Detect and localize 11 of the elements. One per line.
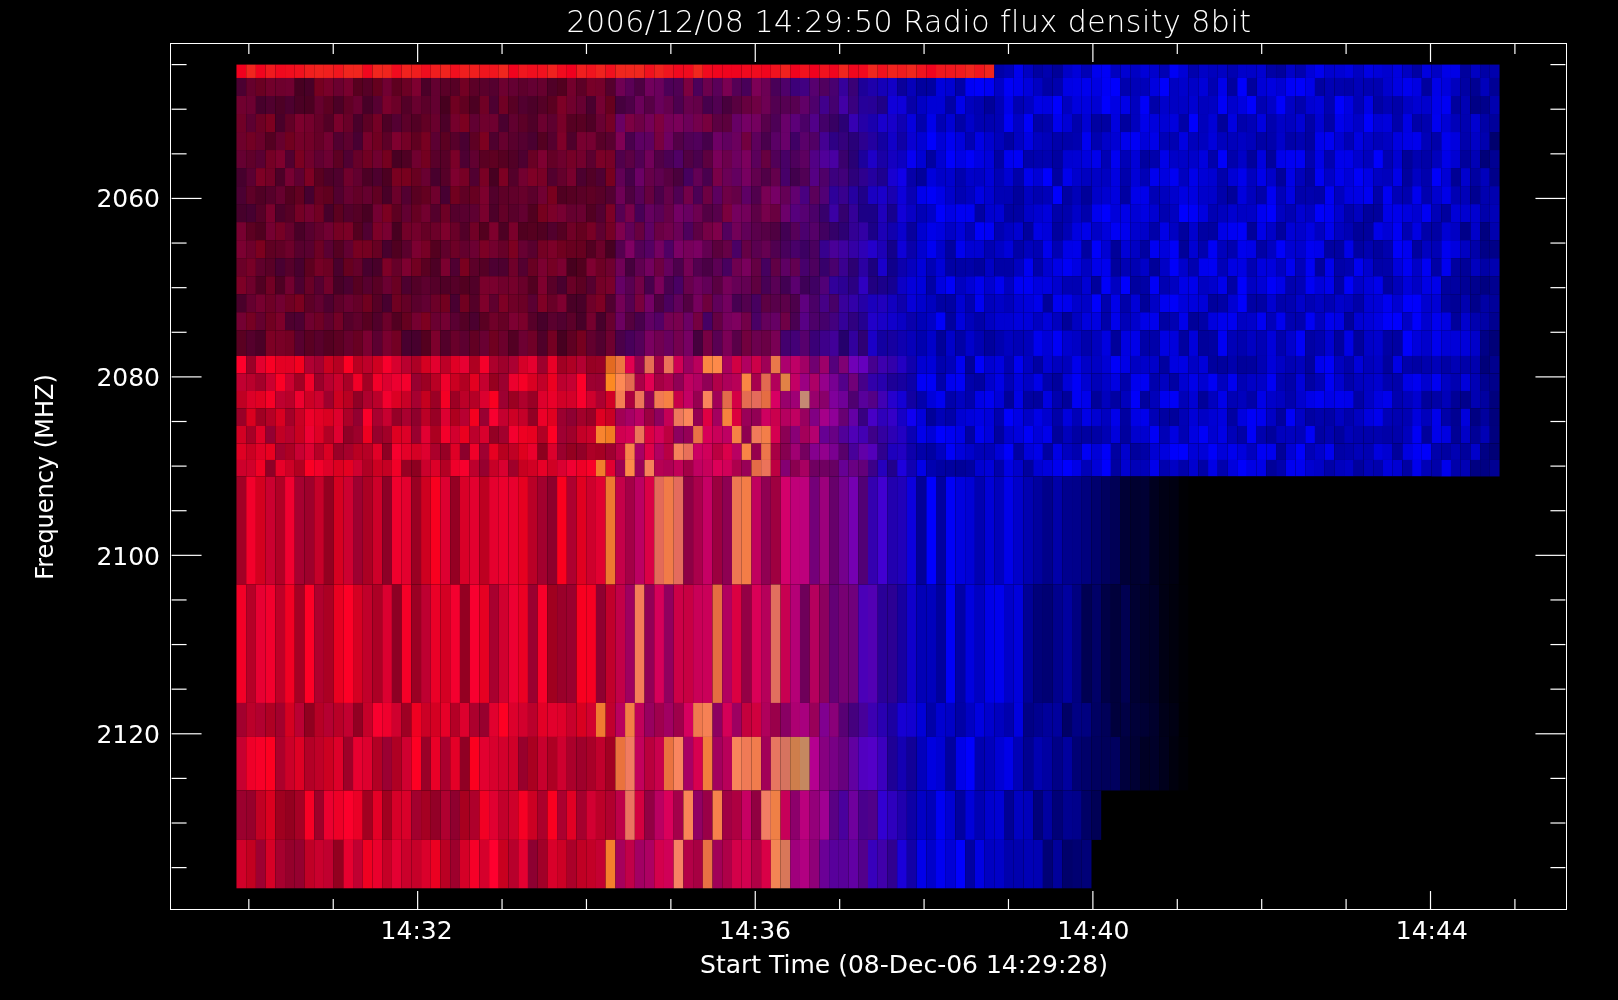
x-axis-label: Start Time (08-Dec-06 14:29:28): [700, 950, 1108, 979]
x-tick-label: 14:36: [719, 916, 791, 945]
x-tick-label: 14:32: [380, 916, 453, 945]
y-tick-label: 2120: [96, 719, 160, 749]
y-tick-label: 2060: [96, 183, 160, 213]
y-tick-label: 2080: [96, 362, 160, 392]
y-tick-label: 2100: [96, 541, 160, 570]
x-tick-label: 14:40: [1057, 916, 1130, 945]
y-axis-label: Frequency (MHZ): [31, 373, 59, 580]
x-tick-label: 14:44: [1395, 916, 1468, 945]
chart-title: 2006/12/08 14:29:50 Radio flux density 8bit: [566, 4, 1252, 39]
